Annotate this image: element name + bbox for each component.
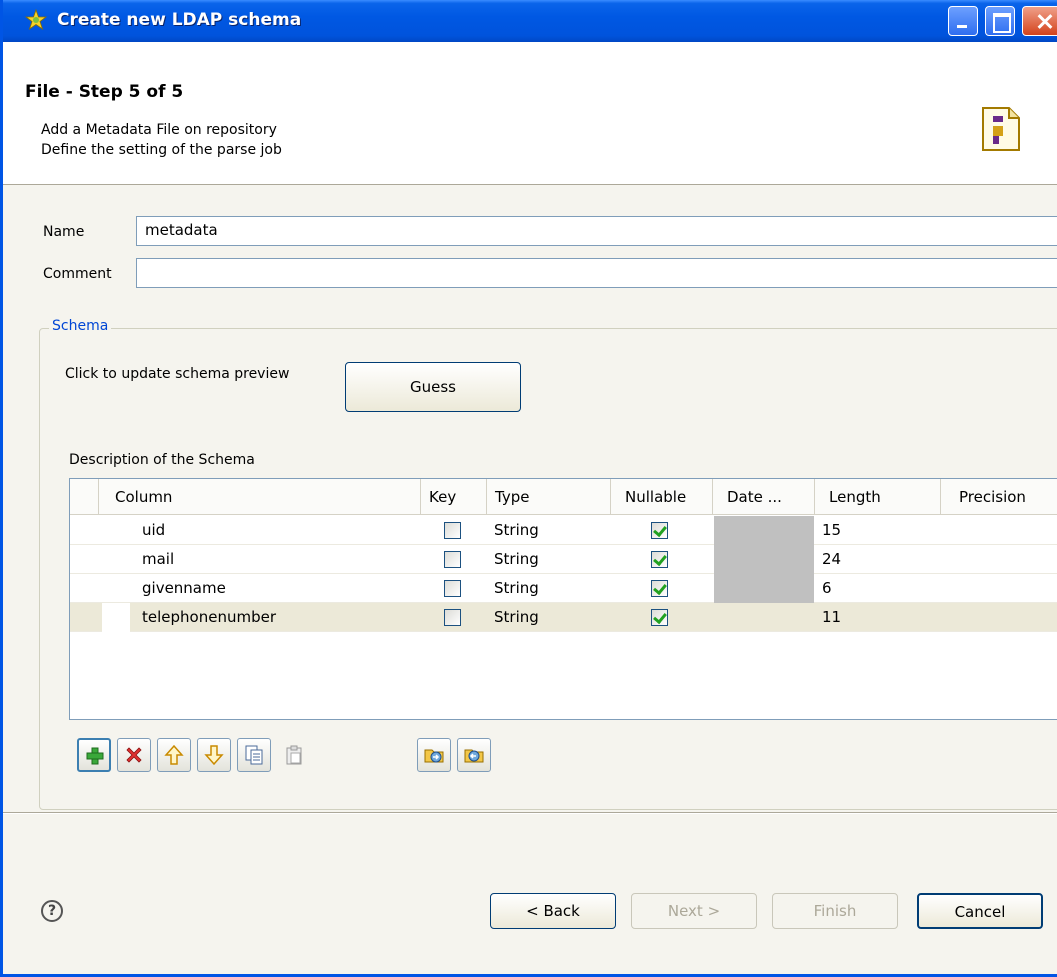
cancel-button[interactable]: Cancel [917,893,1043,929]
cell-type[interactable]: String [494,574,539,603]
cell-column[interactable]: uid [142,516,165,545]
cell-type[interactable]: String [494,603,539,632]
date-cell-disabled [714,574,814,603]
close-button[interactable] [1022,6,1057,36]
comment-input[interactable] [136,258,1057,288]
key-checkbox[interactable] [444,551,461,568]
nullable-checkbox[interactable] [651,580,668,597]
add-icon [86,747,104,765]
table-row-selected[interactable]: telephonenumber String 11 [70,603,1057,632]
name-input[interactable]: metadata [136,216,1057,246]
step-title: File - Step 5 of 5 [25,82,184,102]
cell-column[interactable]: givenname [142,574,226,603]
wizard-star-icon [25,9,47,31]
cell-length[interactable]: 6 [822,574,832,603]
cell-length[interactable]: 24 [822,545,841,574]
move-up-icon [164,744,184,765]
import-icon [424,749,444,763]
table-row[interactable]: givenname String 6 [70,574,1057,603]
col-header-type[interactable]: Type [486,479,610,515]
row-edit-marker [102,603,130,632]
nullable-checkbox[interactable] [651,551,668,568]
finish-button[interactable]: Finish [772,893,898,929]
next-button[interactable]: Next > [631,893,757,929]
header-description-line1: Add a Metadata File on repository [41,122,277,138]
back-button[interactable]: < Back [490,893,616,929]
cell-length[interactable]: 15 [822,516,841,545]
copy-button[interactable] [237,738,271,772]
schema-group-label: Schema [49,318,112,334]
help-icon[interactable]: ? [41,900,63,922]
date-cell-disabled [714,516,814,545]
export-icon [464,749,484,763]
key-checkbox[interactable] [444,609,461,626]
delete-icon [126,747,142,763]
maximize-button[interactable] [985,6,1015,36]
key-checkbox[interactable] [444,580,461,597]
schema-description-label: Description of the Schema [69,452,255,468]
col-header-precision[interactable]: Precision [940,479,1057,515]
paste-icon [286,745,302,765]
nullable-checkbox[interactable] [651,522,668,539]
copy-icon [245,745,263,765]
nullable-checkbox[interactable] [651,609,668,626]
import-button[interactable] [417,738,451,772]
cell-type[interactable]: String [494,516,539,545]
cell-length[interactable]: 11 [822,603,841,632]
title-bar[interactable]: Create new LDAP schema [3,0,1057,42]
col-header-nullable[interactable]: Nullable [610,479,712,515]
guess-hint: Click to update schema preview [65,366,290,382]
cell-column[interactable]: mail [142,545,174,574]
move-down-icon [204,745,224,766]
row-header-spacer [70,479,98,515]
guess-button[interactable]: Guess [345,362,521,412]
key-checkbox[interactable] [444,522,461,539]
move-up-button[interactable] [157,738,191,772]
dialog-window: Create new LDAP schema File - Step 5 of … [0,0,1057,977]
col-header-key[interactable]: Key [420,479,486,515]
add-button[interactable] [77,738,111,772]
cell-type[interactable]: String [494,545,539,574]
cell-column[interactable]: telephonenumber [142,603,276,632]
schema-table[interactable]: Column Key Type Nullable Date ... Length… [69,478,1057,720]
comment-label: Comment [43,266,112,282]
date-cell-disabled [714,545,814,574]
table-row[interactable]: uid String 15 [70,516,1057,545]
metadata-file-icon [982,107,1020,151]
wizard-header: File - Step 5 of 5 Add a Metadata File o… [3,42,1057,185]
delete-button[interactable] [117,738,151,772]
table-header: Column Key Type Nullable Date ... Length… [70,479,1057,515]
header-description-line2: Define the setting of the parse job [41,142,282,158]
move-down-button[interactable] [197,738,231,772]
export-button[interactable] [457,738,491,772]
col-header-date[interactable]: Date ... [712,479,814,515]
paste-button[interactable] [277,738,311,772]
col-header-length[interactable]: Length [814,479,940,515]
footer-separator-highlight [3,813,1057,814]
col-header-column[interactable]: Column [98,479,420,515]
window-title: Create new LDAP schema [57,10,302,30]
table-row[interactable]: mail String 24 [70,545,1057,574]
minimize-button[interactable] [948,6,978,36]
name-label: Name [43,224,85,240]
